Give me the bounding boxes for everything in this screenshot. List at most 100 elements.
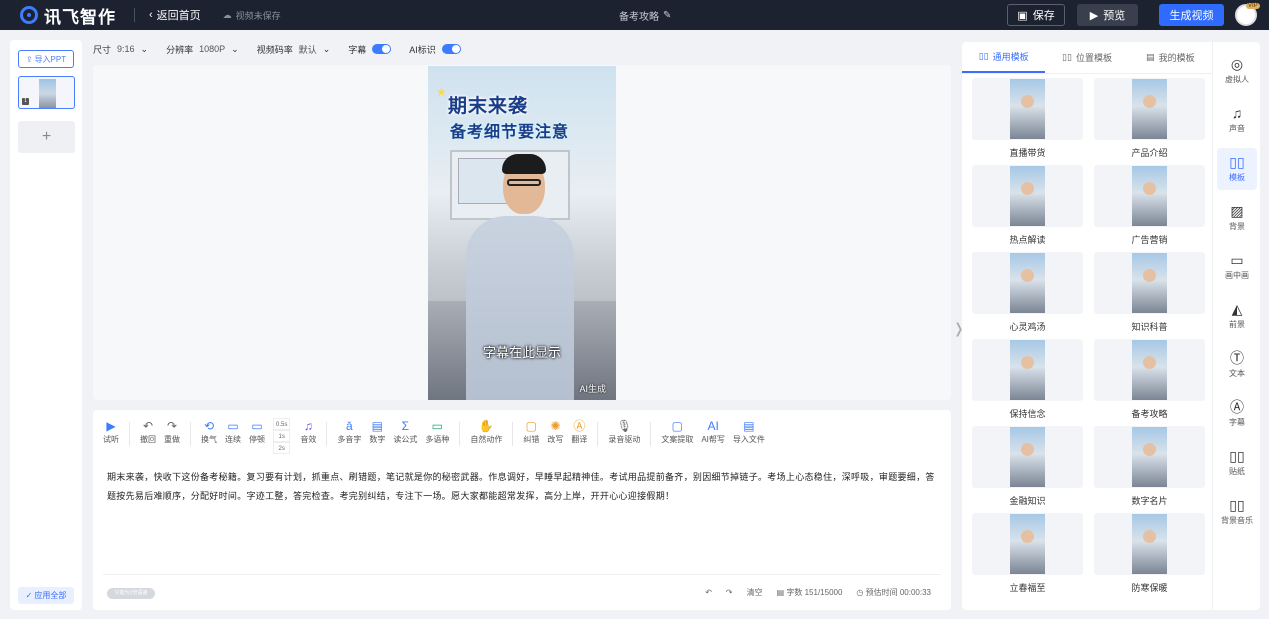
continuous-button[interactable]: ▭ 连续 <box>225 418 241 445</box>
undo-button[interactable]: ↶ 撤回 <box>140 418 156 445</box>
video-title-line2[interactable]: 备考细节要注意 <box>450 118 569 142</box>
template-preview-image <box>1010 253 1045 313</box>
add-slide-button[interactable]: + <box>18 121 75 153</box>
tab-position-templates[interactable]: ▯▯ 位置模板 <box>1045 42 1128 73</box>
slide-number: 1 <box>22 98 29 105</box>
vip-badge: VIP <box>1246 3 1260 9</box>
tab-my-templates[interactable]: ▤ 我的模板 <box>1129 42 1212 73</box>
template-card[interactable]: 知识科普 <box>1094 252 1205 332</box>
natural-action-button[interactable]: ✋ 自然动作 <box>470 418 502 445</box>
tab-general-templates[interactable]: ▯▯ 通用模板 <box>962 42 1046 73</box>
nav-subtitle[interactable]: Ⓐ 字幕 <box>1217 393 1257 435</box>
slide-thumbnail[interactable]: 1 <box>18 76 75 109</box>
resolution-select[interactable]: 分辨率 1080P ⌄ <box>166 43 239 56</box>
nav-background-music[interactable]: ▯▯ 背景音乐 <box>1217 491 1257 533</box>
nav-virtual-human[interactable]: ◎ 虚拟人 <box>1217 50 1257 92</box>
video-title-line1[interactable]: 期末来袭 <box>448 91 528 118</box>
template-thumbnail <box>1094 165 1205 227</box>
edit-icon[interactable]: ✎ <box>663 10 671 21</box>
cloud-icon: ☁ <box>222 9 232 20</box>
clear-button[interactable]: 清空 <box>747 587 763 598</box>
template-name: 广告营销 <box>1131 235 1168 245</box>
continuous-icon: ▭ <box>227 419 239 433</box>
music-note-icon: ♫ <box>1231 105 1243 121</box>
redo-icon[interactable]: ↷ <box>726 588 733 597</box>
top-bar: 讯飞智作 ‹ 返回首页 ☁ 视频未保存 备考攻略 ✎ ▣ 保存 ▶ 预览 生成视… <box>0 0 1269 30</box>
brand-logo[interactable]: 讯飞智作 <box>20 3 116 28</box>
correct-button[interactable]: ▢ 纠错 <box>523 418 539 445</box>
nav-picture-in-picture[interactable]: ▭ 画中画 <box>1217 246 1257 288</box>
apply-all-label: 应用全部 <box>34 591 67 600</box>
rewrite-button[interactable]: ✺ 改写 <box>547 418 563 445</box>
extract-text-button[interactable]: ▢ 文案提取 <box>661 418 693 445</box>
listen-button[interactable]: ▶ 试听 <box>103 418 119 445</box>
nav-text[interactable]: Ⓣ 文本 <box>1217 344 1257 386</box>
template-card[interactable]: 防寒保暖 <box>1094 513 1205 593</box>
generate-label: 生成视频 <box>1169 10 1214 22</box>
template-card[interactable]: 备考攻略 <box>1094 339 1205 419</box>
template-card[interactable]: 立春福至 <box>972 513 1083 593</box>
play-circle-icon: ▶ <box>106 419 116 433</box>
template-card[interactable]: 热点解读 <box>972 165 1083 245</box>
resolution-value: 1080P <box>199 44 226 54</box>
template-card[interactable]: 直播带货 <box>972 78 1083 158</box>
template-card[interactable]: 心灵鸡汤 <box>972 252 1083 332</box>
save-status: ☁ 视频未保存 <box>223 9 281 22</box>
nav-label: 虚拟人 <box>1225 75 1249 84</box>
template-card[interactable]: 数字名片 <box>1094 426 1205 506</box>
subtitle-toggle[interactable] <box>372 44 392 54</box>
sound-effect-button[interactable]: ♫ 音效 <box>300 418 316 445</box>
redo-button[interactable]: ↷ 重做 <box>164 418 180 445</box>
bitrate-select[interactable]: 视频码率 默认 ⌄ <box>257 43 331 56</box>
template-preview-image <box>1132 340 1167 400</box>
size-select[interactable]: 尺寸 9:16 ⌄ <box>93 43 148 56</box>
multilang-button[interactable]: ▭ 多语种 <box>425 418 449 445</box>
number-icon: ▤ <box>371 419 384 433</box>
save-label: 保存 <box>1032 10 1055 22</box>
polyphone-button[interactable]: ǎ 多音字 <box>337 418 361 445</box>
ai-write-button[interactable]: AI AI帮写 <box>701 418 725 445</box>
pause-option-half[interactable]: 0.5s <box>273 418 291 430</box>
back-home-button[interactable]: ‹ 返回首页 <box>149 7 201 23</box>
number-button[interactable]: ▤ 数字 <box>369 418 385 445</box>
file-icon: ▤ <box>743 419 755 433</box>
template-name: 立春福至 <box>1009 583 1046 593</box>
import-file-button[interactable]: ▤ 导入文件 <box>733 418 765 445</box>
breath-button[interactable]: ⟲ 换气 <box>201 418 217 445</box>
voice-drive-button[interactable]: 🎙 录音驱动 <box>608 418 640 445</box>
template-card[interactable]: 金融知识 <box>972 426 1083 506</box>
generate-video-button[interactable]: 生成视频 <box>1159 4 1224 26</box>
pause-button[interactable]: ▭ 停顿 <box>249 418 265 445</box>
preview-button[interactable]: ▶ 预览 <box>1077 4 1138 26</box>
speed-chip: 只能为2倍语速 <box>107 588 155 599</box>
sound-effect-icon: ♫ <box>303 419 313 433</box>
ai-mark-toggle[interactable] <box>441 44 461 54</box>
pause-option-2s[interactable]: 2s <box>273 442 291 454</box>
undo-icon[interactable]: ↶ <box>705 588 712 597</box>
user-circle-icon: ◎ <box>1230 56 1244 72</box>
template-name: 知识科普 <box>1131 322 1168 332</box>
template-card[interactable]: 广告营销 <box>1094 165 1205 245</box>
document-title[interactable]: 备考攻略 ✎ <box>619 8 671 23</box>
save-button[interactable]: ▣ 保存 <box>1007 4 1065 26</box>
bitrate-value: 默认 <box>298 44 317 55</box>
nav-voice[interactable]: ♫ 声音 <box>1217 99 1257 141</box>
nav-background[interactable]: ▨ 背景 <box>1217 197 1257 239</box>
chevron-down-icon: ⌄ <box>140 43 149 54</box>
video-frame[interactable]: ★ 期末来袭 备考细节要注意 字幕在此显示 AI生成 <box>428 66 616 400</box>
nav-label: 字幕 <box>1229 418 1245 427</box>
template-card[interactable]: 保持信念 <box>972 339 1083 419</box>
formula-button[interactable]: Σ 读公式 <box>393 418 417 445</box>
translate-button[interactable]: Ⓐ 翻译 <box>571 418 587 445</box>
nav-sticker[interactable]: ▯▯ 贴纸 <box>1217 442 1257 484</box>
nav-template[interactable]: ▯▯ 模板 <box>1217 148 1257 190</box>
script-textarea[interactable]: 期末来袭，快收下这份备考秘籍。复习要有计划，抓重点、刷错题，笔记就是你的秘密武器… <box>107 468 937 506</box>
import-ppt-button[interactable]: ⇪ 导入PPT <box>18 50 74 68</box>
template-card[interactable]: 产品介绍 <box>1094 78 1205 158</box>
subtitle-placeholder[interactable]: 字幕在此显示 <box>428 342 616 361</box>
apply-all-button[interactable]: ✓ 应用全部 <box>18 587 74 604</box>
nav-foreground[interactable]: ◭ 前景 <box>1217 295 1257 337</box>
doc-icon: ▤ <box>776 588 787 597</box>
template-thumbnail <box>972 513 1083 575</box>
pause-option-1s[interactable]: 1s <box>273 430 291 442</box>
